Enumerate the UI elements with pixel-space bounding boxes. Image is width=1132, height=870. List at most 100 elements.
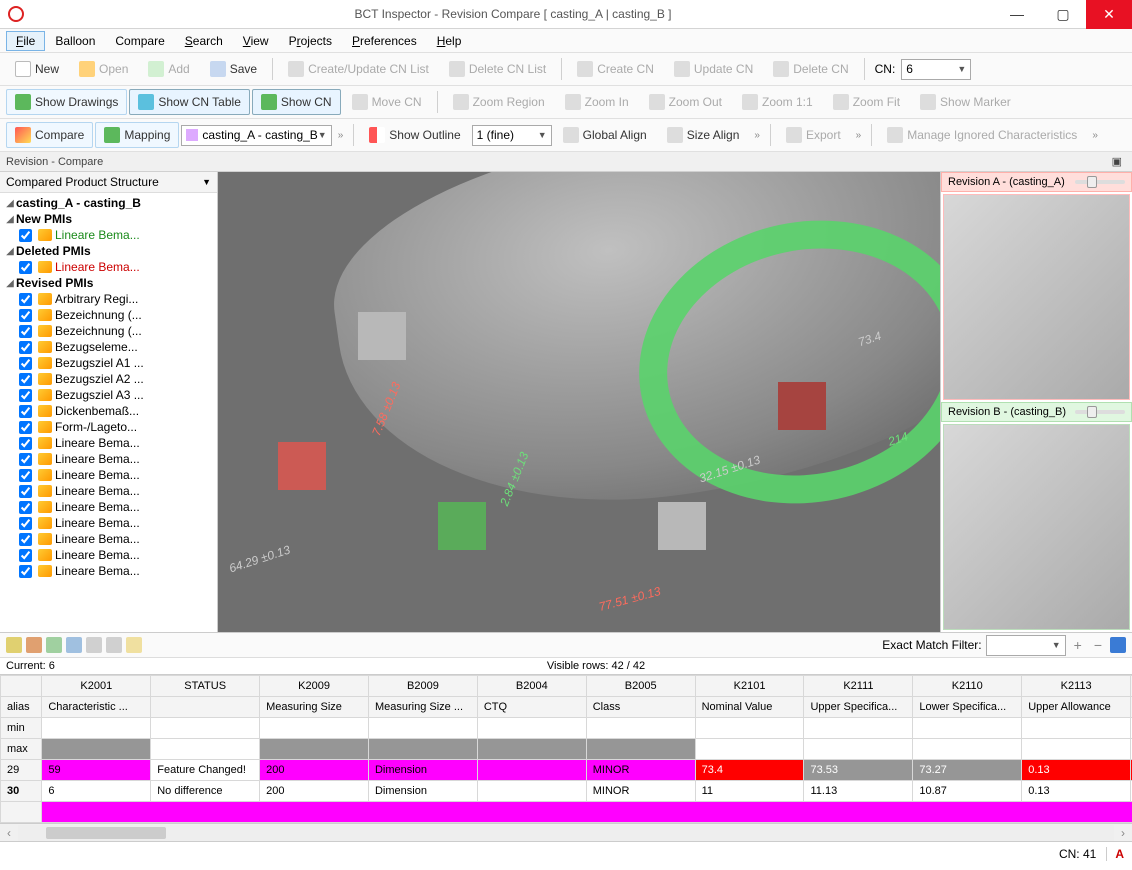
create-cn-button[interactable]: Create CN [568, 56, 663, 82]
zoom-in-button[interactable]: Zoom In [556, 89, 638, 115]
minus-button[interactable]: − [1090, 637, 1106, 653]
tree-group-revised[interactable]: Revised PMIs [16, 276, 93, 290]
plus-button[interactable]: + [1070, 637, 1086, 653]
tree-checkbox[interactable] [19, 389, 32, 402]
filter-select[interactable]: ▼ [986, 635, 1066, 656]
refresh-icon[interactable] [106, 637, 122, 653]
tree-item[interactable]: Lineare Bema... [0, 547, 217, 563]
marker-gray[interactable] [658, 502, 706, 550]
tree-checkbox[interactable] [19, 325, 32, 338]
update-cn-button[interactable]: Update CN [665, 56, 762, 82]
zoom-out-button[interactable]: Zoom Out [640, 89, 731, 115]
tree-checkbox[interactable] [19, 565, 32, 578]
tree-checkbox[interactable] [19, 533, 32, 546]
filter2-icon[interactable] [26, 637, 42, 653]
tree-group-deleted[interactable]: Deleted PMIs [16, 244, 91, 258]
marker-green[interactable] [438, 502, 486, 550]
grid[interactable]: K2001STATUSK2009B2009B2004B2005K2101K211… [0, 674, 1132, 823]
maximize-button[interactable]: ▢ [1040, 0, 1086, 29]
tree-checkbox[interactable] [19, 437, 32, 450]
show-cn-table-button[interactable]: Show CN Table [129, 89, 250, 115]
tree-checkbox[interactable] [19, 229, 32, 242]
pair-select[interactable]: casting_A - casting_B▼ [181, 125, 331, 146]
columns-icon[interactable] [66, 637, 82, 653]
tree-item[interactable]: Lineare Bema... [0, 515, 217, 531]
tree-checkbox[interactable] [19, 501, 32, 514]
zoom-region-button[interactable]: Zoom Region [444, 89, 554, 115]
tree-item[interactable]: Bezugsziel A1 ... [0, 355, 217, 371]
export-icon[interactable] [46, 637, 62, 653]
chevron-down-icon[interactable]: ▼ [202, 177, 211, 187]
tree-item[interactable]: Lineare Bema... [0, 467, 217, 483]
thumb-image-a[interactable] [943, 194, 1130, 400]
tree-item[interactable]: Lineare Bema... [0, 259, 217, 275]
tree-item[interactable]: Arbitrary Regi... [0, 291, 217, 307]
header-alias[interactable]: aliasCharacteristic ...Measuring SizeMea… [1, 697, 1132, 718]
star-icon[interactable] [126, 637, 142, 653]
tree-item[interactable]: Lineare Bema... [0, 451, 217, 467]
menu-search[interactable]: Search [175, 31, 233, 51]
chevron-icon[interactable]: » [334, 130, 348, 141]
panel-float-icon[interactable]: ▣ [1108, 155, 1126, 168]
tree-item[interactable]: Lineare Bema... [0, 531, 217, 547]
zoom-11-button[interactable]: Zoom 1:1 [733, 89, 822, 115]
tree-checkbox[interactable] [19, 261, 32, 274]
mapping-button[interactable]: Mapping [95, 122, 179, 148]
minimize-button[interactable]: — [994, 0, 1040, 29]
tree-checkbox[interactable] [19, 421, 32, 434]
move-cn-button[interactable]: Move CN [343, 89, 431, 115]
menu-help[interactable]: Help [427, 31, 472, 51]
h-scrollbar[interactable]: ‹› [0, 823, 1132, 841]
tree-item[interactable]: Bezugseleme... [0, 339, 217, 355]
size-align-button[interactable]: Size Align [658, 122, 749, 148]
filter-icon[interactable] [6, 637, 22, 653]
tree-item[interactable]: Lineare Bema... [0, 435, 217, 451]
marker-gray[interactable] [358, 312, 406, 360]
tree-checkbox[interactable] [19, 357, 32, 370]
tree-checkbox[interactable] [19, 549, 32, 562]
tree[interactable]: ◢casting_A - casting_B ◢New PMIs Lineare… [0, 193, 217, 632]
menu-file[interactable]: File [6, 31, 45, 51]
compare-button[interactable]: Compare [6, 122, 93, 148]
export-button[interactable]: Export [777, 122, 850, 148]
tree-checkbox[interactable] [19, 405, 32, 418]
tree-item[interactable]: Bezeichnung (... [0, 307, 217, 323]
show-outline-button[interactable]: Show Outline [360, 122, 469, 148]
tree-item[interactable]: Bezeichnung (... [0, 323, 217, 339]
create-cn-list-button[interactable]: Create/Update CN List [279, 56, 438, 82]
menu-balloon[interactable]: Balloon [45, 31, 105, 51]
fine-select[interactable]: 1 (fine)▼ [472, 125, 552, 146]
open-button[interactable]: Open [70, 56, 137, 82]
tree-checkbox[interactable] [19, 293, 32, 306]
marker-red[interactable] [278, 442, 326, 490]
row-29[interactable]: 29 59 Feature Changed! 200 Dimension MIN… [1, 760, 1132, 781]
tree-checkbox[interactable] [19, 517, 32, 530]
manage-ignored-button[interactable]: Manage Ignored Characteristics [878, 122, 1086, 148]
delete-cn-button[interactable]: Delete CN [764, 56, 857, 82]
cn-select[interactable]: 6▼ [901, 59, 971, 80]
tree-checkbox[interactable] [19, 469, 32, 482]
zoom-fit-button[interactable]: Zoom Fit [824, 89, 909, 115]
save-button[interactable]: Save [201, 56, 266, 82]
tree-group-new[interactable]: New PMIs [16, 212, 72, 226]
tool-icon[interactable] [86, 637, 102, 653]
tree-checkbox[interactable] [19, 453, 32, 466]
slider-a[interactable] [1075, 180, 1125, 184]
tree-checkbox[interactable] [19, 373, 32, 386]
tree-item[interactable]: Lineare Bema... [0, 483, 217, 499]
tree-item[interactable]: Bezugsziel A3 ... [0, 387, 217, 403]
tree-checkbox[interactable] [19, 341, 32, 354]
add-button[interactable]: Add [139, 56, 198, 82]
chevron-icon[interactable]: » [1088, 130, 1102, 141]
viewport[interactable]: 7.58 ±0.13 2.84 ±0.13 64.29 ±0.13 32.15 … [218, 172, 940, 632]
collapse-button[interactable] [1110, 637, 1126, 653]
tree-checkbox[interactable] [19, 485, 32, 498]
chevron-icon[interactable]: » [750, 130, 764, 141]
slider-b[interactable] [1075, 410, 1125, 414]
chevron-icon[interactable]: » [852, 130, 866, 141]
menu-projects[interactable]: Projects [279, 31, 342, 51]
tree-checkbox[interactable] [19, 309, 32, 322]
row-30[interactable]: 30 6 No difference 200 Dimension MINOR 1… [1, 781, 1132, 802]
tree-item[interactable]: Dickenbemaß... [0, 403, 217, 419]
show-drawings-button[interactable]: Show Drawings [6, 89, 127, 115]
